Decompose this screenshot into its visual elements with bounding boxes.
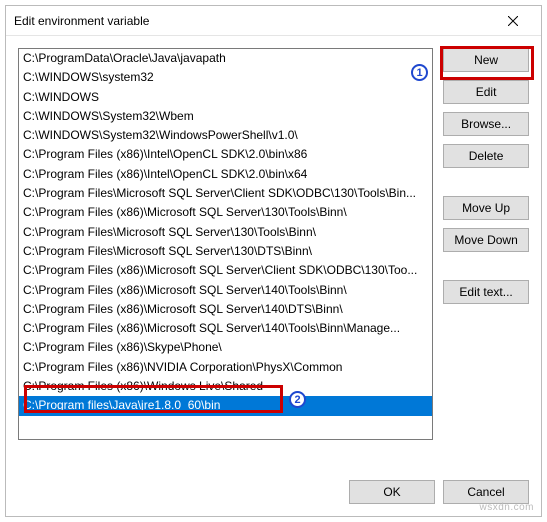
watermark: wsxdn.com — [479, 502, 534, 513]
edit-env-dialog: Edit environment variable C:\ProgramData… — [5, 5, 542, 517]
move-down-button[interactable]: Move Down — [443, 228, 529, 252]
delete-button[interactable]: Delete — [443, 144, 529, 168]
list-item[interactable]: C:\Program Files (x86)\Intel\OpenCL SDK\… — [19, 145, 432, 164]
cancel-button[interactable]: Cancel — [443, 480, 529, 504]
browse-button[interactable]: Browse... — [443, 112, 529, 136]
bottom-buttons: OK Cancel — [349, 480, 529, 504]
list-item-selected[interactable]: C:\Program files\Java\jre1.8.0_60\bin — [19, 396, 432, 415]
list-item[interactable]: C:\Program Files\Microsoft SQL Server\13… — [19, 223, 432, 242]
dialog-content: C:\ProgramData\Oracle\Java\javapath C:\W… — [6, 36, 541, 452]
list-item[interactable]: C:\Program Files (x86)\Microsoft SQL Ser… — [19, 281, 432, 300]
button-column: New Edit Browse... Delete Move Up Move D… — [443, 48, 529, 440]
list-item[interactable]: C:\Program Files\Microsoft SQL Server\13… — [19, 242, 432, 261]
list-item[interactable]: C:\Program Files (x86)\NVIDIA Corporatio… — [19, 358, 432, 377]
ok-button[interactable]: OK — [349, 480, 435, 504]
list-item[interactable]: C:\WINDOWS\system32 — [19, 68, 432, 87]
close-icon — [508, 16, 518, 26]
list-item[interactable]: C:\WINDOWS — [19, 88, 432, 107]
edit-button[interactable]: Edit — [443, 80, 529, 104]
edit-text-button[interactable]: Edit text... — [443, 280, 529, 304]
new-button[interactable]: New — [443, 48, 529, 72]
list-item[interactable]: C:\Program Files (x86)\Microsoft SQL Ser… — [19, 319, 432, 338]
list-item[interactable]: C:\WINDOWS\System32\WindowsPowerShell\v1… — [19, 126, 432, 145]
list-item[interactable]: C:\Program Files (x86)\Intel\OpenCL SDK\… — [19, 165, 432, 184]
path-listbox[interactable]: C:\ProgramData\Oracle\Java\javapath C:\W… — [18, 48, 433, 440]
close-button[interactable] — [493, 7, 533, 35]
list-item[interactable]: C:\Program Files (x86)\Windows Live\Shar… — [19, 377, 432, 396]
list-item[interactable]: C:\Program Files (x86)\Microsoft SQL Ser… — [19, 261, 432, 280]
list-item[interactable]: C:\ProgramData\Oracle\Java\javapath — [19, 49, 432, 68]
titlebar: Edit environment variable — [6, 6, 541, 36]
list-item[interactable]: C:\Program Files (x86)\Skype\Phone\ — [19, 338, 432, 357]
list-item[interactable]: C:\WINDOWS\System32\Wbem — [19, 107, 432, 126]
move-up-button[interactable]: Move Up — [443, 196, 529, 220]
list-item[interactable]: C:\Program Files (x86)\Microsoft SQL Ser… — [19, 300, 432, 319]
dialog-title: Edit environment variable — [14, 14, 493, 28]
list-item[interactable]: C:\Program Files (x86)\Microsoft SQL Ser… — [19, 203, 432, 222]
list-item[interactable]: C:\Program Files\Microsoft SQL Server\Cl… — [19, 184, 432, 203]
